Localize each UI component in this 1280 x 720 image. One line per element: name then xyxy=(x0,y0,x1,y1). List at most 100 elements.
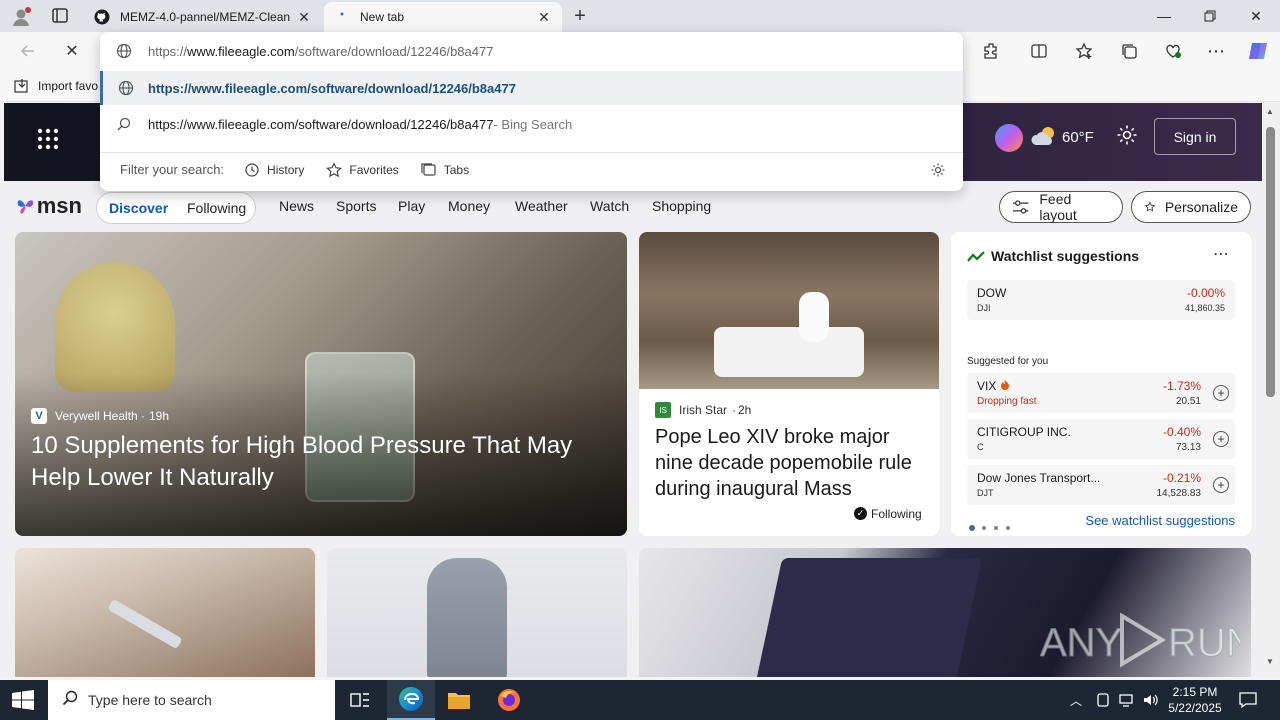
watchlist-row-dow[interactable]: DOW DJI -0.00% 41,860.35 xyxy=(967,280,1235,320)
tab-following[interactable]: Following xyxy=(187,200,246,216)
windows-start-icon[interactable] xyxy=(12,690,34,710)
watchlist-row-djt[interactable]: Dow Jones Transport... DJT -0.21% 14,528… xyxy=(967,465,1235,505)
filter-favorites[interactable]: Favorites xyxy=(326,161,399,178)
story-source: Verywell Health xyxy=(55,409,138,423)
nav-news[interactable]: News xyxy=(279,198,314,214)
extensions-icon[interactable] xyxy=(979,39,1003,63)
import-favorites-link[interactable]: Import favo xyxy=(38,79,98,93)
personalize-button[interactable]: Personalize xyxy=(1131,191,1251,223)
star-icon xyxy=(326,161,343,177)
search-placeholder: Type here to search xyxy=(88,692,212,708)
collections-icon[interactable] xyxy=(1117,39,1141,63)
nav-sports[interactable]: Sports xyxy=(336,198,376,214)
tabs-icon xyxy=(421,162,436,176)
close-window-icon[interactable]: ✕ xyxy=(1233,0,1279,32)
filter-label: Filter your search: xyxy=(120,162,225,177)
system-clock[interactable]: 2:15 PM 5/22/2025 xyxy=(1164,684,1226,716)
split-screen-icon[interactable] xyxy=(1027,39,1051,63)
tab-actions-icon[interactable] xyxy=(50,7,70,25)
feed-layout-button[interactable]: Feed layout xyxy=(999,191,1123,223)
taskbar: Type here to search ︿ 2:15 PM 5/22/2025 xyxy=(0,680,1280,720)
add-to-watchlist-icon[interactable]: + xyxy=(1213,431,1229,447)
back-icon[interactable] xyxy=(16,39,40,63)
add-to-watchlist-icon[interactable]: + xyxy=(1213,385,1229,401)
tab-github[interactable]: MEMZ-4.0-pannel/MEMZ-Clean ✕ xyxy=(84,2,322,32)
suggested-label: Suggested for you xyxy=(967,356,1049,367)
nav-play[interactable]: Play xyxy=(398,198,425,214)
task-view-icon[interactable] xyxy=(350,690,370,710)
new-tab-icon[interactable]: + xyxy=(570,6,590,26)
search-filter-row: Filter your search: History Favorites Ta… xyxy=(100,152,963,186)
watchlist-row-citigroup[interactable]: CITIGROUP INC. C -0.40% 73.13 + xyxy=(967,419,1235,459)
story-card-injection[interactable] xyxy=(15,548,315,677)
scroll-up-icon[interactable]: ▲ xyxy=(1266,107,1274,116)
add-to-watchlist-icon[interactable]: + xyxy=(1213,477,1229,493)
tab-title: MEMZ-4.0-pannel/MEMZ-Clean xyxy=(120,10,291,24)
network-security-icon[interactable] xyxy=(1096,692,1110,707)
address-bar-dropdown: https://www.fileeagle.com/software/downl… xyxy=(100,32,963,191)
scroll-down-icon[interactable]: ▼ xyxy=(1266,657,1274,666)
github-icon xyxy=(94,9,110,25)
minimize-icon[interactable]: — xyxy=(1141,0,1187,32)
suggestion-url: https://www.fileeagle.com/software/downl… xyxy=(148,80,516,96)
filter-history[interactable]: History xyxy=(244,162,304,178)
nav-weather[interactable]: Weather xyxy=(515,198,568,214)
temperature[interactable]: 60°F xyxy=(1062,129,1094,146)
close-tab-icon[interactable]: ✕ xyxy=(296,9,312,25)
firefox-icon[interactable] xyxy=(497,688,521,712)
watchlist-row-vix[interactable]: VIX Dropping fast -1.73% 20.51 + xyxy=(967,373,1235,413)
app-launcher-icon[interactable] xyxy=(34,125,62,153)
restore-icon[interactable] xyxy=(1187,0,1233,32)
volume-icon[interactable] xyxy=(1142,692,1160,708)
price-value: 41,860.35 xyxy=(1184,303,1225,313)
stop-loading-icon[interactable]: ✕ xyxy=(60,39,84,63)
settings-gear-icon[interactable] xyxy=(1116,124,1138,146)
browser-essentials-icon[interactable] xyxy=(1161,39,1185,63)
url-suggestion[interactable]: https://www.fileeagle.com/software/downl… xyxy=(100,71,963,105)
show-hidden-icons-icon[interactable]: ︿ xyxy=(1070,692,1082,709)
svg-text:ANY: ANY xyxy=(1040,621,1122,665)
notifications-icon[interactable] xyxy=(1238,690,1258,710)
second-story-card[interactable]: IS Irish Star · 2h Pope Leo XIV broke ma… xyxy=(639,232,939,536)
copilot-icon[interactable] xyxy=(1246,39,1270,63)
msn-logo[interactable]: msn xyxy=(16,193,82,219)
network-icon[interactable] xyxy=(1118,692,1136,708)
story-headline[interactable]: 10 Supplements for High Blood Pressure T… xyxy=(31,430,611,494)
more-options-icon[interactable]: ⋯ xyxy=(1204,39,1228,63)
tab-new-tab[interactable]: New tab ✕ xyxy=(324,2,562,32)
edge-taskbar-icon[interactable] xyxy=(387,680,435,720)
carousel-dots[interactable] xyxy=(969,518,1015,531)
search-suggestion[interactable]: https://www.fileeagle.com/software/downl… xyxy=(100,107,963,141)
verywell-logo-icon: V xyxy=(31,408,47,424)
close-tab-icon[interactable]: ✕ xyxy=(536,9,552,25)
search-settings-icon[interactable] xyxy=(930,162,946,181)
nav-money[interactable]: Money xyxy=(448,198,490,214)
see-watchlist-link[interactable]: See watchlist suggestions xyxy=(1085,513,1235,528)
tab-discover[interactable]: Discover xyxy=(109,200,168,216)
watchlist-more-icon[interactable]: ⋯ xyxy=(1213,244,1229,264)
taskbar-search-box[interactable]: Type here to search xyxy=(48,680,335,720)
watermark-logo: ANY RUN xyxy=(1040,608,1255,670)
following-label[interactable]: Following xyxy=(871,507,922,521)
address-input[interactable]: https://www.fileeagle.com/software/downl… xyxy=(100,34,963,68)
main-story-card[interactable]: V Verywell Health · 19h 10 Supplements f… xyxy=(15,232,627,536)
favorites-star-icon[interactable] xyxy=(1072,39,1096,63)
story-card-businessman[interactable] xyxy=(327,548,627,677)
profile-icon[interactable] xyxy=(10,6,32,28)
nav-shopping[interactable]: Shopping xyxy=(652,198,711,214)
scroll-thumb[interactable] xyxy=(1266,127,1275,397)
search-icon xyxy=(100,117,148,131)
story-headline[interactable]: Pope Leo XIV broke major nine decade pop… xyxy=(655,424,930,502)
page-scrollbar[interactable]: ▲ ▼ xyxy=(1262,103,1280,677)
nav-watch[interactable]: Watch xyxy=(590,198,629,214)
search-query: https://www.fileeagle.com/software/downl… xyxy=(148,116,494,132)
copilot-search-icon[interactable] xyxy=(992,121,1026,155)
watchlist-card: Watchlist suggestions ⋯ DOW DJI -0.00% 4… xyxy=(951,232,1251,536)
filter-tabs[interactable]: Tabs xyxy=(421,162,469,178)
watchlist-title: Watchlist suggestions xyxy=(991,248,1140,264)
file-explorer-icon[interactable] xyxy=(447,689,471,711)
sparkle-star-icon xyxy=(1144,201,1156,212)
change-value: -0.00% xyxy=(1186,286,1225,300)
loading-icon xyxy=(334,9,350,25)
sign-in-button[interactable]: Sign in xyxy=(1154,118,1236,155)
